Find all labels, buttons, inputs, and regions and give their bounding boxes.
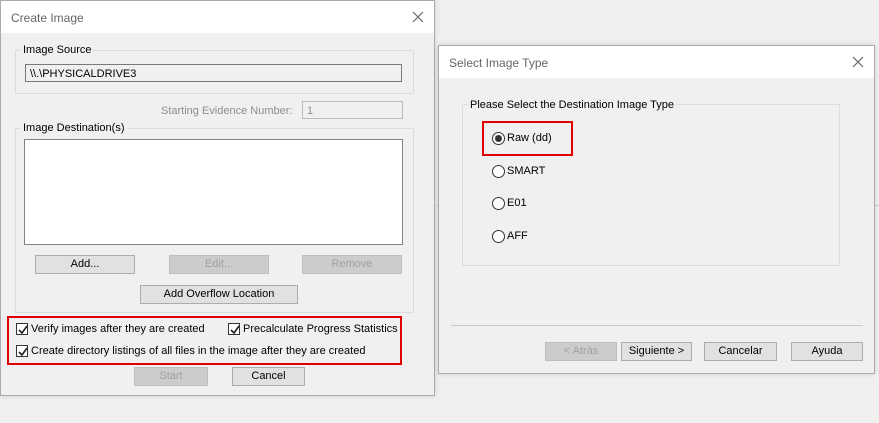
smart-label: SMART [507,165,546,177]
highlight-box [7,316,402,365]
starting-evidence-label: Starting Evidence Number: [161,105,293,117]
back-button[interactable]: < Atrás [545,342,617,361]
title-bar: Create Image [1,1,434,33]
edit-button[interactable]: Edit... [169,255,269,274]
close-button[interactable] [408,7,428,27]
separator [451,325,863,326]
dialog-title: Select Image Type [449,56,549,70]
close-icon [412,11,424,23]
image-destination-label: Image Destination(s) [21,122,127,134]
help-button[interactable]: Ayuda [791,342,863,361]
close-icon [852,56,864,68]
e01-radio[interactable] [492,197,505,210]
remove-button[interactable]: Remove [302,255,402,274]
image-type-group-label: Please Select the Destination Image Type [468,99,677,111]
starting-evidence-field[interactable]: 1 [302,101,403,119]
aff-radio[interactable] [492,230,505,243]
next-button[interactable]: Siguiente > [621,342,692,361]
e01-label: E01 [507,197,527,209]
highlight-box [482,121,573,156]
dialog-title: Create Image [11,11,84,25]
select-image-type-dialog: Select Image Type Please Select the Dest… [438,45,875,374]
cancel-button[interactable]: Cancelar [704,342,777,361]
add-overflow-location-button[interactable]: Add Overflow Location [140,285,298,304]
create-image-dialog: Create Image Image Source \\.\PHYSICALDR… [0,0,435,396]
cancel-button[interactable]: Cancel [232,367,305,386]
image-source-field[interactable]: \\.\PHYSICALDRIVE3 [25,64,402,82]
image-source-label: Image Source [21,44,94,56]
destination-list[interactable] [24,139,403,245]
smart-radio[interactable] [492,165,505,178]
close-button[interactable] [848,52,868,72]
aff-label: AFF [507,230,528,242]
title-bar: Select Image Type [439,46,874,78]
start-button[interactable]: Start [134,367,208,386]
add-button[interactable]: Add... [35,255,135,274]
